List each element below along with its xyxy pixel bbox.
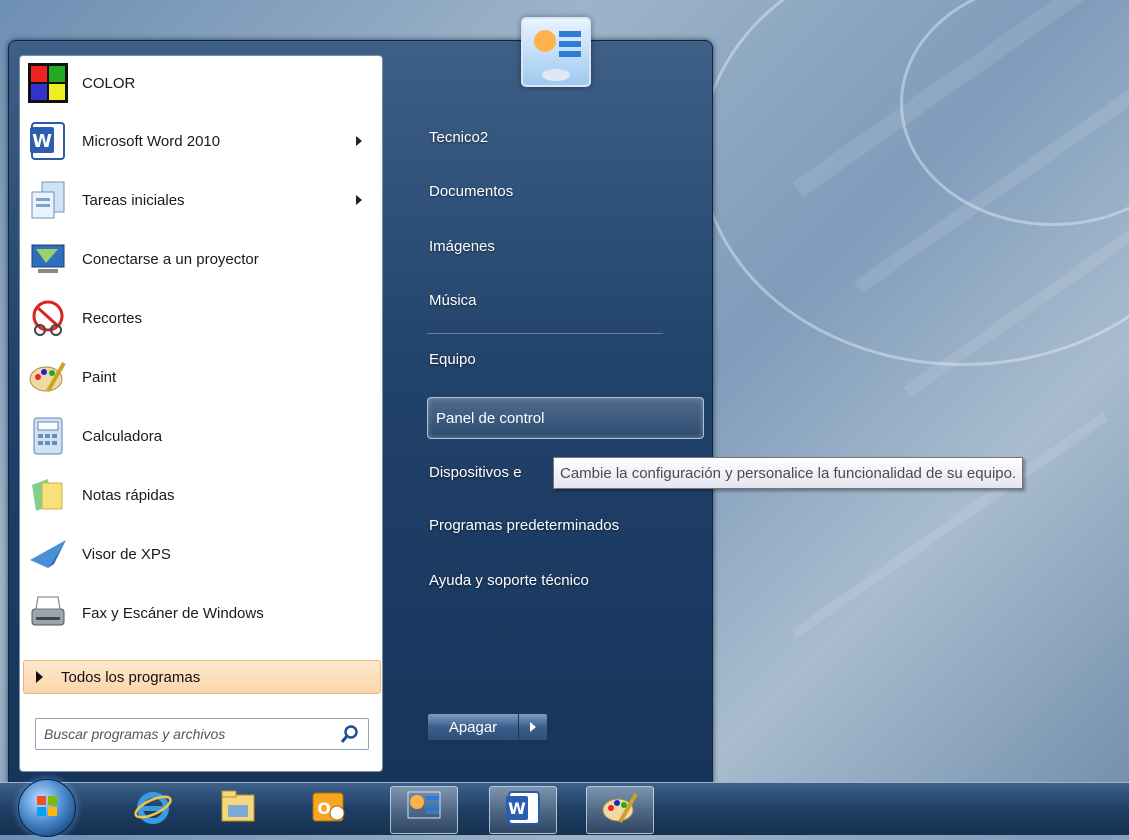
taskbar-control-panel[interactable] xyxy=(390,786,458,834)
paint-icon xyxy=(26,355,70,399)
all-programs-label: Todos los programas xyxy=(61,668,201,686)
xps-viewer-icon xyxy=(26,532,70,576)
separator xyxy=(427,333,663,334)
program-label: COLOR xyxy=(82,74,136,92)
color-app-icon xyxy=(26,61,70,105)
place-default-programs[interactable]: Programas predeterminados xyxy=(429,517,619,534)
place-pictures[interactable]: Imágenes xyxy=(429,238,495,255)
shutdown-button[interactable]: Apagar xyxy=(427,713,519,741)
search-input[interactable] xyxy=(42,725,326,743)
svg-text:O: O xyxy=(317,799,331,818)
program-label: Calculadora xyxy=(82,427,163,445)
place-control-panel[interactable]: Panel de control xyxy=(427,397,704,439)
shutdown-options-button[interactable] xyxy=(519,713,548,741)
programs-pane: COLOR W Microsoft Word 2010 Tareas inici… xyxy=(19,55,383,772)
file-explorer-icon xyxy=(218,787,258,831)
taskbar-word[interactable]: W xyxy=(489,786,557,834)
taskbar-internet-explorer[interactable] xyxy=(120,786,186,832)
place-documents[interactable]: Documentos xyxy=(429,183,513,200)
control-panel-icon xyxy=(404,788,444,832)
program-label: Fax y Escáner de Windows xyxy=(82,604,264,622)
svg-text:W: W xyxy=(32,131,52,152)
start-menu: COLOR W Microsoft Word 2010 Tareas inici… xyxy=(8,17,713,784)
program-item-word[interactable]: W Microsoft Word 2010 xyxy=(20,113,382,169)
tooltip: Cambie la configuración y personalice la… xyxy=(553,457,1024,489)
search-box[interactable] xyxy=(35,718,369,750)
program-label: Paint xyxy=(82,368,117,386)
taskbar-outlook[interactable]: O xyxy=(296,786,362,832)
submenu-arrow-icon[interactable] xyxy=(356,195,362,205)
start-button[interactable] xyxy=(18,779,76,837)
place-user[interactable]: Tecnico2 xyxy=(429,129,488,146)
program-item-projector[interactable]: Conectarse a un proyector xyxy=(20,231,382,287)
internet-explorer-icon xyxy=(133,787,173,831)
projector-icon xyxy=(26,237,70,281)
arrow-right-icon xyxy=(530,722,536,732)
program-item-color[interactable]: COLOR xyxy=(20,55,382,111)
place-devices-printers[interactable]: Dispositivos e xyxy=(429,464,522,481)
program-item-calculator[interactable]: Calculadora xyxy=(20,408,382,464)
control-panel-label: Panel de control xyxy=(436,409,545,427)
all-programs-button[interactable]: Todos los programas xyxy=(23,660,381,694)
program-label: Conectarse a un proyector xyxy=(82,250,259,268)
program-item-xps-viewer[interactable]: Visor de XPS xyxy=(20,526,382,582)
program-item-fax-scanner[interactable]: Fax y Escáner de Windows xyxy=(20,585,382,641)
word-icon: W xyxy=(503,788,543,832)
taskbar-paint[interactable] xyxy=(586,786,654,834)
sticky-notes-icon xyxy=(26,473,70,517)
outlook-icon: O xyxy=(309,787,349,831)
program-label: Visor de XPS xyxy=(82,545,171,563)
svg-text:W: W xyxy=(508,799,526,818)
fax-scanner-icon xyxy=(26,591,70,635)
submenu-arrow-icon[interactable] xyxy=(356,136,362,146)
word-icon: W xyxy=(26,119,70,163)
program-item-getting-started[interactable]: Tareas iniciales xyxy=(20,172,382,228)
program-item-snipping[interactable]: Recortes xyxy=(20,290,382,346)
getting-started-icon xyxy=(26,178,70,222)
taskbar-file-explorer[interactable] xyxy=(205,786,271,832)
program-item-sticky-notes[interactable]: Notas rápidas xyxy=(20,467,382,523)
user-picture[interactable] xyxy=(521,17,591,87)
program-label: Notas rápidas xyxy=(82,486,175,504)
place-music[interactable]: Música xyxy=(429,292,477,309)
program-label: Recortes xyxy=(82,309,143,327)
calculator-icon xyxy=(26,414,70,458)
program-label: Tareas iniciales xyxy=(82,191,185,209)
shutdown-group: Apagar xyxy=(427,713,548,741)
place-computer[interactable]: Equipo xyxy=(429,351,476,368)
program-label: Microsoft Word 2010 xyxy=(82,132,221,150)
taskbar: O W xyxy=(0,779,1129,837)
place-help-support[interactable]: Ayuda y soporte técnico xyxy=(429,572,589,589)
paint-icon xyxy=(600,788,640,832)
arrow-right-icon xyxy=(36,671,43,683)
snipping-tool-icon xyxy=(26,296,70,340)
program-item-paint[interactable]: Paint xyxy=(20,349,382,405)
search-icon[interactable] xyxy=(340,724,360,744)
